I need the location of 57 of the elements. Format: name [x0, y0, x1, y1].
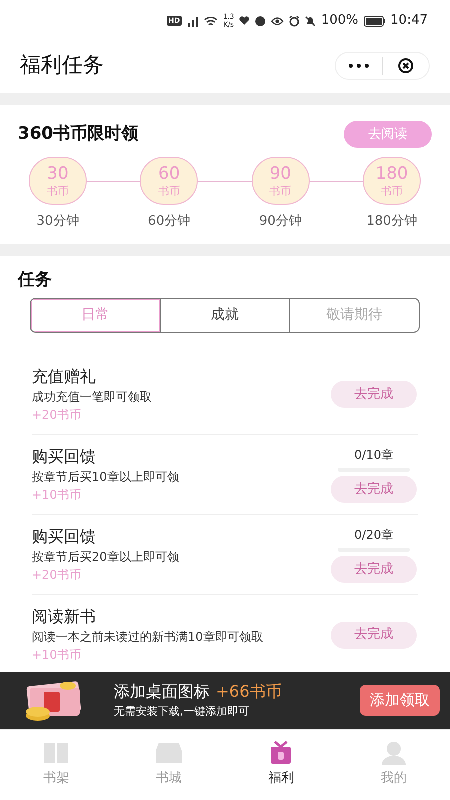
coin-amount: 60 [158, 166, 180, 182]
banner-subtitle: 无需安装下载,一键添加即可 [114, 705, 250, 719]
store-icon [154, 741, 183, 766]
milestone-time: 180分钟 [366, 213, 418, 231]
task-title: 购买回馈 [32, 446, 97, 466]
nav-tab[interactable]: 书架 [0, 741, 112, 789]
task-description: 按章节后买20章以上即可领 [32, 550, 180, 564]
task-description: 阅读一本之前未读过的新书满10章即可领取 [32, 630, 264, 645]
tab[interactable]: 成就 [160, 299, 290, 332]
task-title: 充值赠礼 [32, 366, 97, 386]
status-time: 10:47 [390, 12, 428, 30]
task-reward: +20书币 [32, 408, 82, 422]
coin-unit: 书币 [158, 186, 180, 196]
complete-button[interactable]: 去完成 [331, 381, 417, 408]
task-reward: +10书币 [32, 488, 82, 502]
read-button[interactable]: 去阅读 [344, 121, 432, 148]
nav-tab[interactable]: 福利 [225, 741, 338, 789]
coin-amount: 180 [376, 166, 408, 182]
close-icon[interactable] [398, 58, 414, 74]
nav-tab[interactable]: 我的 [338, 741, 450, 789]
task-description: 成功充值一笔即可领取 [32, 390, 152, 404]
tab[interactable]: 日常 [31, 299, 160, 332]
signal-icon [187, 16, 200, 26]
alarm-icon [289, 16, 300, 26]
task-reward: +20书币 [32, 568, 82, 582]
section-title: 任务 [18, 268, 53, 292]
milestone-time: 90分钟 [259, 213, 302, 231]
bell-off-icon [305, 16, 316, 26]
milestone-time: 60分钟 [148, 213, 191, 231]
book-icon [42, 741, 70, 766]
complete-button[interactable]: 去完成 [331, 622, 417, 648]
coin-unit: 书币 [380, 186, 403, 196]
nav-tab[interactable]: 书城 [112, 741, 225, 789]
claim-button[interactable]: 添加领取 [360, 685, 440, 716]
complete-button[interactable]: 去完成 [331, 476, 417, 503]
wifi-icon [204, 16, 218, 26]
task-title: 阅读新书 [32, 607, 97, 627]
more-icon[interactable] [349, 64, 369, 68]
battery-icon [364, 16, 386, 26]
task-description: 按章节后买10章以上即可领 [32, 470, 180, 484]
banner-title: 添加桌面图标 [114, 682, 210, 702]
coin-amount: 90 [270, 166, 292, 182]
person-icon [380, 741, 408, 766]
milestone-time: 30分钟 [36, 213, 80, 231]
task-title: 购买回馈 [32, 526, 97, 546]
eye-icon [271, 16, 284, 26]
section-title: 360书币限时领 [18, 122, 138, 146]
gift-box-icon [269, 741, 294, 766]
coin-unit: 书币 [270, 186, 292, 196]
task-reward: +10书币 [32, 648, 82, 663]
page-title: 福利任务 [20, 52, 104, 80]
battery-percent: 100% [321, 12, 359, 30]
complete-button[interactable]: 去完成 [331, 556, 417, 583]
coin-unit: 书币 [47, 186, 69, 196]
heart-icon [239, 16, 250, 26]
banner-bonus: +66书币 [216, 682, 282, 702]
coin-amount: 30 [47, 166, 69, 182]
